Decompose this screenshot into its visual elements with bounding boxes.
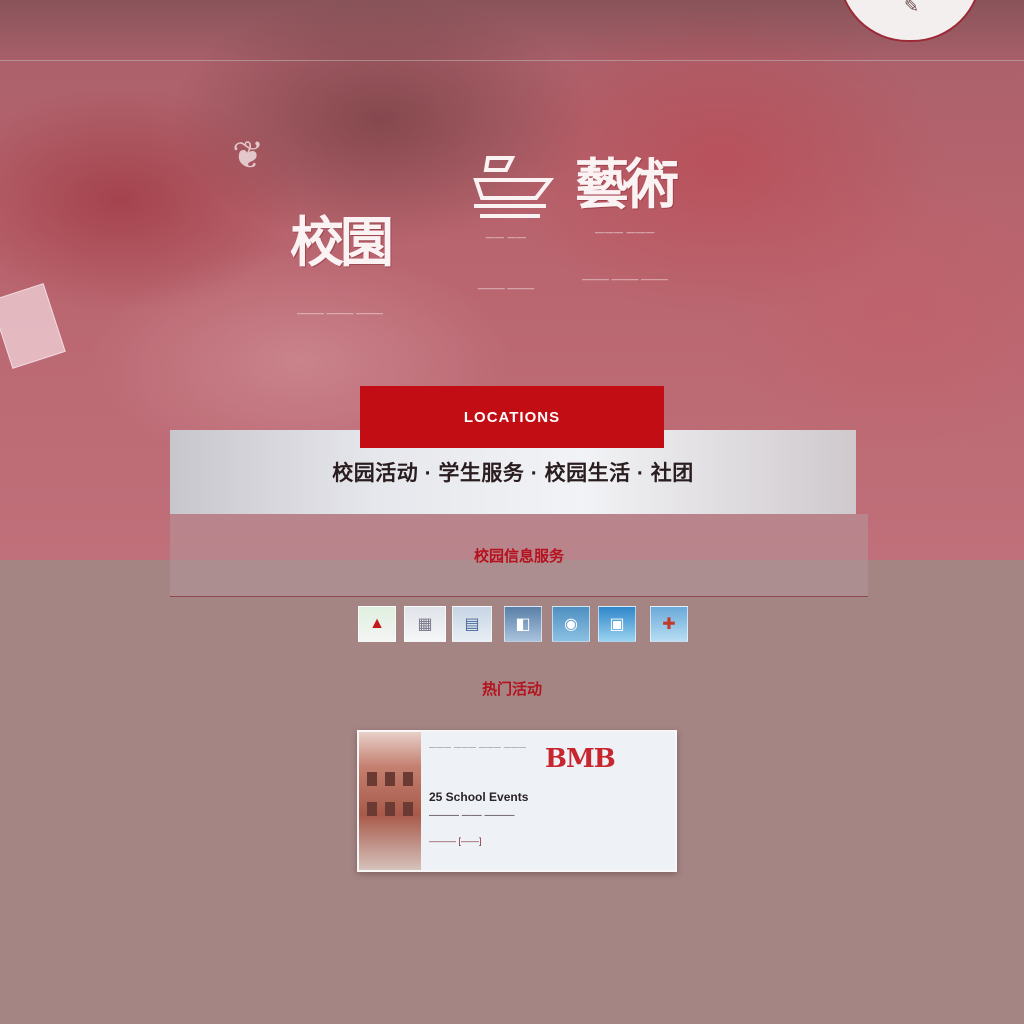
panel-title: 校园信息服务 [473, 547, 564, 565]
info-panel: 校园信息服务 [170, 514, 868, 597]
brand-right-subtitle: ——— ——— [594, 227, 655, 237]
pen-icon: ✎ [904, 0, 920, 16]
card-title: 25 School Events [429, 790, 529, 804]
brand-center-subtitle: —— —— [485, 232, 527, 242]
card-headline: BMB [545, 744, 616, 774]
locations-button[interactable]: LOCATIONS [360, 386, 664, 448]
brand-center: —— —— ——— ——— [454, 232, 558, 294]
section-title: 热门活动 [481, 681, 542, 698]
ship-logo-icon [473, 156, 555, 218]
banner-text: 校园活动 · 学生服务 · 校园生活 · 社团 [332, 462, 694, 485]
brand-right-desc: ——— ——— ——— [581, 274, 668, 284]
app-icon-row: ▲ ▦ ▤ ◧ ◉ ▣ ✚ [358, 606, 698, 642]
brand-right-title: 藝術 [575, 152, 679, 216]
card-subtitle: ——— —— ——— [429, 810, 515, 821]
brand-left-desc: ——— ——— ——— [296, 308, 383, 318]
building-photo [359, 732, 421, 870]
brand-center-desc: ——— ——— [477, 283, 535, 293]
events-app-icon[interactable]: ✚ [650, 606, 688, 642]
floral-emblem-icon: ❦ [232, 135, 264, 177]
card-nav: ——— ——— ——— ——— [429, 744, 527, 751]
maps-app-icon[interactable]: ◉ [552, 606, 590, 642]
feature-card[interactable]: ——— ——— ——— ——— BMB 25 School Events ———… [357, 730, 677, 872]
news-app-icon[interactable]: ▣ [598, 606, 636, 642]
brand-left: 校園 ——— ——— ——— [220, 198, 460, 319]
gallery-app-icon[interactable]: ▦ [404, 606, 446, 642]
card-tag: ——— [——] [429, 836, 482, 846]
brand-right: 藝術 ——— ——— ——— ——— ——— [560, 140, 690, 285]
photos-app-icon[interactable]: ◧ [504, 606, 542, 642]
brand-left-title: 校園 [290, 210, 394, 274]
campus-app-icon[interactable]: ▲ [358, 606, 396, 642]
library-app-icon[interactable]: ▤ [452, 606, 492, 642]
